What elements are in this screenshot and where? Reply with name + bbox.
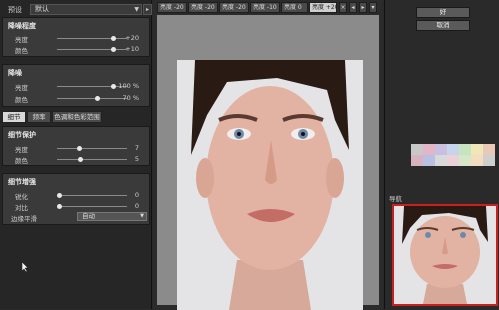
color-swatch	[411, 144, 423, 155]
color-swatch	[435, 144, 447, 155]
slider-value[interactable]: 70 %	[117, 94, 139, 102]
color-swatch	[423, 155, 435, 166]
preset-value: 默认	[35, 5, 49, 13]
color-swatch	[471, 155, 483, 166]
close-tab-icon[interactable]: ×	[339, 2, 347, 13]
slider-value[interactable]: 5	[117, 155, 139, 163]
color-swatch	[435, 155, 447, 166]
cancel-button[interactable]: 取消	[416, 20, 470, 31]
preset-select[interactable]: 默认 ▼	[30, 4, 142, 15]
color-swatch	[483, 155, 495, 166]
slider-value[interactable]: +20	[117, 34, 139, 42]
settings-panel: 预设 默认 ▼ ▸ 降噪程度 亮度 +20 颜色 +10 降噪 亮度 100 %…	[0, 0, 152, 309]
preview-tab[interactable]: 亮度 -20	[188, 2, 218, 13]
slider-value[interactable]: 0	[117, 202, 139, 210]
color-swatch	[471, 144, 483, 155]
slider-label: 颜色	[15, 157, 28, 165]
chevron-down-icon: ▼	[134, 6, 139, 13]
preview-tab[interactable]: 亮度 -20	[219, 2, 249, 13]
color-swatch	[447, 144, 459, 155]
slider-value[interactable]: 0	[117, 191, 139, 199]
navigator-thumbnail[interactable]	[392, 204, 498, 306]
slider-knob[interactable]	[95, 96, 100, 101]
detail-enhance-section: 细节增强 锐化 0 对比 0 边缘平滑 自动 ▼	[2, 173, 150, 225]
slider-label: 颜色	[15, 47, 28, 55]
slider-knob[interactable]	[111, 84, 116, 89]
color-swatch	[483, 144, 495, 155]
slider-knob[interactable]	[78, 157, 83, 162]
section-title: 细节增强	[8, 178, 36, 186]
mouse-cursor-icon	[22, 262, 29, 272]
preview-tab-active[interactable]: 亮度 +20	[309, 2, 337, 13]
slider-knob[interactable]	[57, 193, 62, 198]
slider-knob[interactable]	[57, 204, 62, 209]
slider-label: 亮度	[15, 36, 28, 44]
tab-frequency[interactable]: 频率	[27, 111, 51, 123]
portrait-photo	[177, 60, 363, 310]
scroll-left-icon[interactable]: ◂	[349, 2, 357, 13]
tab-tone-color-range[interactable]: 色调和色彩范围	[52, 111, 102, 123]
edge-smoothing-label: 边缘平滑	[11, 215, 37, 223]
preset-menu-icon[interactable]: ▸	[143, 4, 152, 15]
preview-tab[interactable]: 亮度 -10	[250, 2, 280, 13]
color-swatch	[423, 144, 435, 155]
slider-value[interactable]: 7	[117, 144, 139, 152]
slider-value[interactable]: +10	[117, 45, 139, 53]
preview-canvas[interactable]	[157, 15, 379, 310]
noise-reduction-section: 降噪 亮度 100 % 颜色 70 %	[2, 64, 150, 107]
color-swatch	[459, 155, 471, 166]
color-swatch	[447, 155, 459, 166]
ok-button[interactable]: 好	[416, 7, 470, 18]
edge-smoothing-select[interactable]: 自动 ▼	[77, 212, 147, 221]
preset-bar: 预设 默认 ▼ ▸	[2, 2, 152, 15]
scroll-right-icon[interactable]: ▸	[359, 2, 367, 13]
slider-knob[interactable]	[111, 47, 116, 52]
color-swatch	[459, 144, 471, 155]
navigator-label: 导航	[389, 195, 402, 203]
slider-value[interactable]: 100 %	[117, 82, 139, 90]
slider-knob[interactable]	[77, 146, 82, 151]
chevron-down-icon: ▼	[140, 213, 144, 219]
section-title: 降噪程度	[8, 22, 36, 30]
tab-menu-icon[interactable]: ▾	[369, 2, 377, 13]
section-title: 降噪	[8, 69, 22, 77]
detail-protect-section: 细节保护 亮度 7 颜色 5	[2, 126, 150, 166]
slider-label: 颜色	[15, 96, 28, 104]
tab-detail[interactable]: 细节	[2, 111, 26, 123]
preview-tab[interactable]: 亮度 -20	[157, 2, 187, 13]
slider-label: 对比	[15, 204, 28, 212]
color-swatches	[411, 144, 495, 166]
slider-label: 锐化	[15, 193, 28, 201]
right-panel: 好 取消 导航	[384, 0, 499, 309]
preview-area: 亮度 -20 亮度 -20 亮度 -20 亮度 -10 亮度 0 亮度 +20 …	[153, 0, 382, 310]
noise-strength-section: 降噪程度 亮度 +20 颜色 +10	[2, 17, 150, 57]
section-title: 细节保护	[8, 131, 36, 139]
slider-label: 亮度	[15, 84, 28, 92]
preview-tab[interactable]: 亮度 0	[281, 2, 308, 13]
edge-smoothing-value: 自动	[82, 212, 95, 220]
color-swatch	[411, 155, 423, 166]
slider-label: 亮度	[15, 146, 28, 154]
preview-tabs: 亮度 -20 亮度 -20 亮度 -20 亮度 -10 亮度 0 亮度 +20 …	[153, 2, 382, 13]
detail-tabs: 细节 频率 色调和色彩范围	[2, 111, 150, 123]
preset-label: 预设	[8, 6, 22, 14]
slider-knob[interactable]	[111, 36, 116, 41]
